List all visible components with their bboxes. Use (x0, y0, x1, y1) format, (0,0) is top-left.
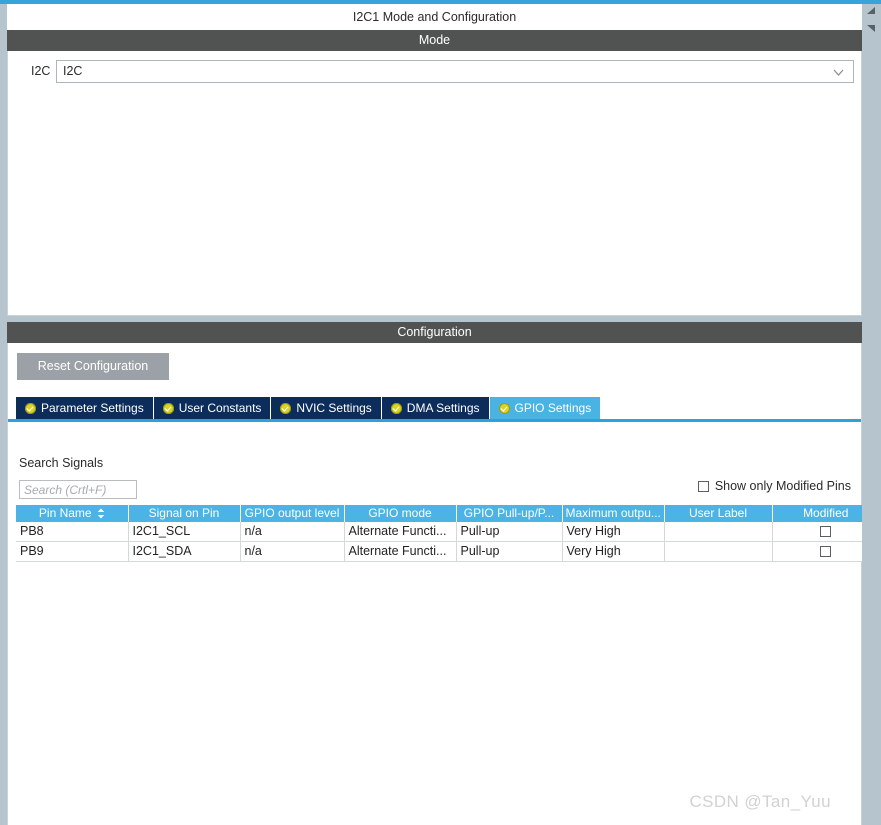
gpio-pins-table: Pin Name Signal on Pin GPIO output level… (16, 505, 879, 562)
column-header-label: GPIO output level (244, 506, 340, 520)
cell-gpio-output-level[interactable]: n/a (240, 541, 345, 562)
cell-signal-on-pin: I2C1_SDA (128, 541, 241, 562)
column-header-label: GPIO Pull-up/P... (463, 506, 555, 520)
tab-label: User Constants (178, 401, 262, 415)
cell-gpio-mode[interactable]: Alternate Functi... (344, 541, 457, 562)
configuration-section-header: Configuration (7, 322, 862, 343)
page-title: I2C1 Mode and Configuration (7, 4, 862, 30)
check-circle-icon (280, 402, 292, 414)
search-signals-label: Search Signals (19, 456, 104, 470)
tab-user-constants[interactable]: User Constants (153, 397, 271, 419)
column-header-label: Pin Name (38, 506, 92, 520)
cell-gpio-pull[interactable]: Pull-up (456, 541, 563, 562)
i2c-mode-value: I2C (63, 64, 83, 78)
column-header-user-label[interactable]: User Label (664, 505, 773, 522)
cell-user-label[interactable] (664, 522, 773, 542)
tab-label: NVIC Settings (296, 401, 372, 415)
tab-parameter-settings[interactable]: Parameter Settings (16, 397, 153, 419)
check-circle-icon (498, 402, 510, 414)
cell-signal-on-pin: I2C1_SCL (128, 522, 241, 542)
tab-nvic-settings[interactable]: NVIC Settings (271, 397, 381, 419)
tab-label: DMA Settings (406, 401, 480, 415)
i2c-mode-label: I2C (31, 64, 51, 78)
column-header-pin-name[interactable]: Pin Name (16, 505, 129, 522)
check-circle-icon (390, 402, 402, 414)
modified-checkbox[interactable] (820, 546, 832, 558)
column-header-label: Signal on Pin (148, 506, 220, 520)
i2c-configuration-window: I2C1 Mode and Configuration Mode I2C I2C… (0, 0, 881, 825)
search-input[interactable] (19, 480, 137, 499)
show-only-modified-pins-filter[interactable]: Show only Modified Pins (697, 479, 851, 493)
sort-indicator-icon (97, 507, 105, 519)
column-header-gpio-pull-up-pull-down[interactable]: GPIO Pull-up/P... (456, 505, 563, 522)
column-header-label: GPIO mode (368, 506, 432, 520)
mode-section-header: Mode (7, 30, 862, 51)
tabbar-underline (8, 419, 861, 422)
cell-gpio-mode[interactable]: Alternate Functi... (344, 522, 457, 542)
cell-maximum-output-speed[interactable]: Very High (562, 522, 665, 542)
i2c-mode-dropdown[interactable]: I2C (56, 60, 854, 83)
chevron-down-icon (833, 69, 844, 76)
column-header-signal-on-pin[interactable]: Signal on Pin (128, 505, 241, 522)
watermark-text: CSDN @Tan_Yuu (689, 792, 831, 811)
tab-label: GPIO Settings (514, 401, 592, 415)
table-row[interactable]: PB8 I2C1_SCL n/a Alternate Functi... Pul… (16, 522, 879, 542)
column-header-label: Maximum outpu... (565, 506, 661, 520)
cell-gpio-pull[interactable]: Pull-up (456, 522, 563, 542)
configuration-panel: Configuration Reset Configuration Parame… (7, 322, 879, 825)
check-circle-icon (25, 402, 36, 414)
mode-panel-body: I2C I2C (7, 51, 862, 316)
modified-checkbox[interactable] (820, 526, 832, 538)
column-header-maximum-output-speed[interactable]: Maximum outpu... (562, 505, 665, 522)
column-header-label: Modified (803, 506, 849, 520)
settings-tabbar: Parameter Settings User Constants NVIC S… (8, 397, 861, 421)
column-header-label: User Label (688, 506, 748, 520)
tab-label: Parameter Settings (41, 401, 144, 415)
mode-selector-row: I2C I2C (8, 60, 861, 84)
table-header-row: Pin Name Signal on Pin GPIO output level… (16, 505, 879, 522)
check-circle-icon (162, 402, 174, 414)
cell-gpio-output-level[interactable]: n/a (240, 522, 345, 542)
cell-pin-name: PB8 (16, 522, 129, 542)
tab-dma-settings[interactable]: DMA Settings (381, 397, 489, 419)
tab-gpio-settings[interactable]: GPIO Settings (489, 397, 601, 419)
scroll-down-arrow-icon[interactable] (864, 21, 879, 36)
reset-configuration-button[interactable]: Reset Configuration (17, 353, 169, 380)
cell-maximum-output-speed[interactable]: Very High (562, 541, 665, 562)
cell-pin-name: PB9 (16, 541, 129, 562)
mode-panel: I2C1 Mode and Configuration Mode I2C I2C (7, 4, 862, 316)
column-header-gpio-output-level[interactable]: GPIO output level (240, 505, 345, 522)
column-header-gpio-mode[interactable]: GPIO mode (344, 505, 457, 522)
scroll-up-arrow-icon[interactable] (864, 4, 879, 19)
show-only-modified-pins-label: Show only Modified Pins (714, 479, 851, 493)
vertical-scrollbar[interactable] (862, 4, 881, 825)
configuration-panel-body: Reset Configuration Parameter Settings U… (7, 343, 879, 825)
left-gutter (0, 4, 7, 825)
cell-user-label[interactable] (664, 541, 773, 562)
show-only-modified-pins-checkbox[interactable] (697, 480, 709, 492)
table-row[interactable]: PB9 I2C1_SDA n/a Alternate Functi... Pul… (16, 541, 879, 562)
